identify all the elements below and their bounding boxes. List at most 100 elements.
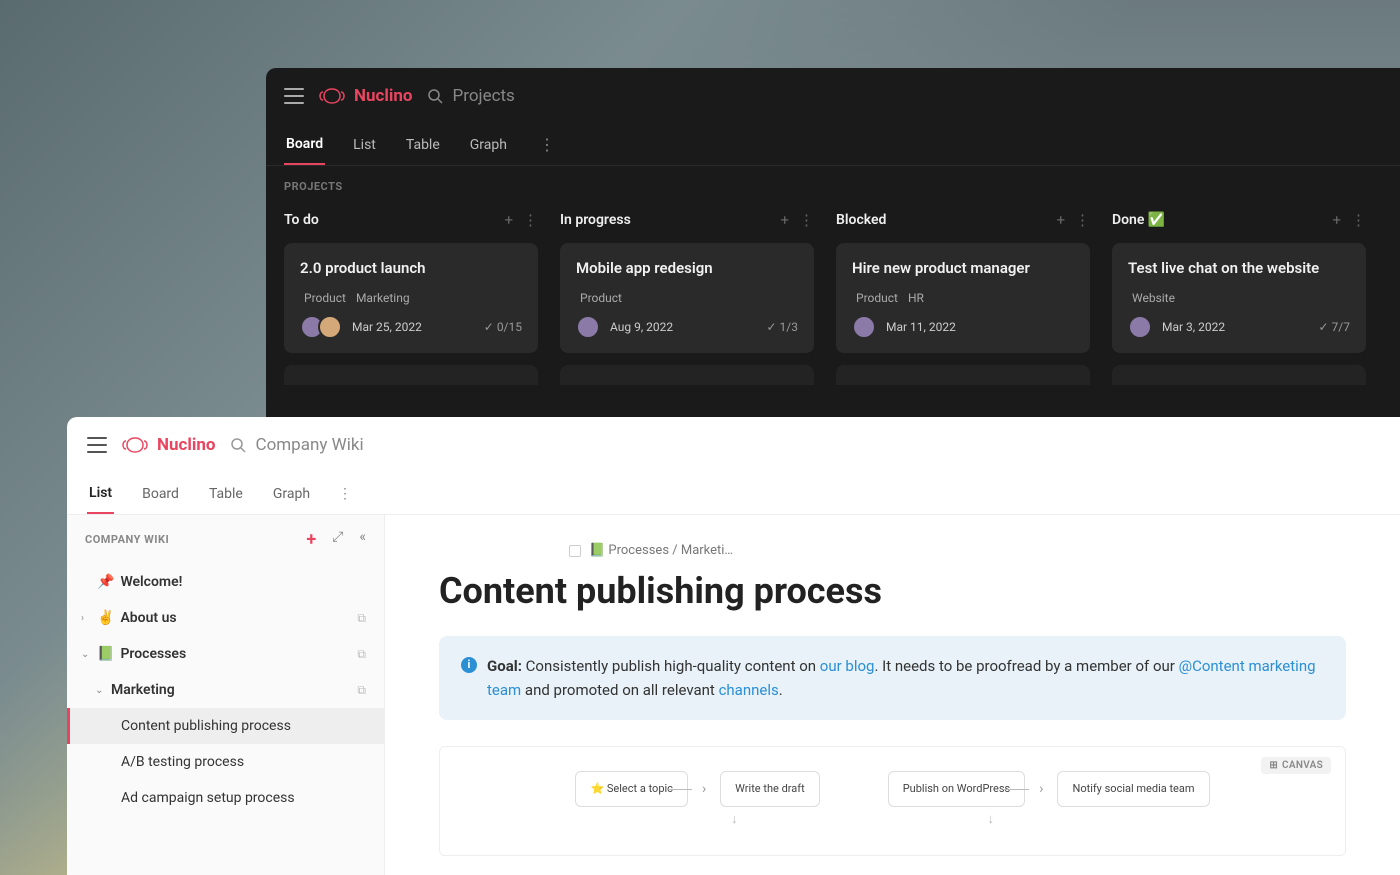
sidebar-title: COMPANY WIKI [85, 533, 169, 546]
add-card-icon[interactable]: + [1332, 211, 1341, 229]
tab-board[interactable]: Board [284, 125, 325, 165]
sidebar-item-marketing[interactable]: ⌄Marketing ⧉ [67, 672, 384, 708]
tab-list[interactable]: List [87, 474, 114, 514]
flow-node[interactable]: Write the draft [720, 771, 820, 807]
tab-table[interactable]: Table [207, 475, 245, 513]
sidebar-tree: 📌 Welcome! ›✌️ About us ⧉ ⌄📗 Processes ⧉… [67, 560, 384, 820]
search-icon [427, 88, 443, 104]
arrow-down-icon: ↓ [731, 811, 738, 827]
sidebar-item-content-publishing[interactable]: Content publishing process [67, 708, 384, 744]
avatar[interactable] [576, 315, 600, 339]
body: COMPANY WIKI + ⤢ « 📌 Welcome! ›✌️ About … [67, 515, 1400, 875]
sidebar-item-ab-testing[interactable]: A/B testing process [67, 744, 384, 780]
sidebar-item-about[interactable]: ›✌️ About us ⧉ [67, 600, 384, 636]
view-tabs: Board List Table Graph ⋮ [266, 124, 1400, 166]
assignees [1128, 315, 1152, 339]
search-placeholder: Projects [453, 86, 515, 106]
link-our-blog[interactable]: our blog [820, 657, 875, 675]
arrow-down-icon: ↓ [988, 811, 995, 827]
sidebar-actions: + ⤢ « [306, 529, 366, 550]
board-card[interactable]: Hire new product manager ProductHR Mar 1… [836, 243, 1090, 353]
collapse-icon[interactable]: « [359, 529, 366, 550]
expand-icon[interactable]: ⤢ [332, 529, 343, 550]
breadcrumb[interactable]: 📗 Processes / Marketi… [569, 543, 1346, 558]
card-title: 2.0 product launch [300, 259, 522, 277]
tab-board[interactable]: Board [140, 475, 181, 513]
sidebar-item-welcome[interactable]: 📌 Welcome! [67, 564, 384, 600]
tab-graph[interactable]: Graph [468, 126, 509, 164]
board-card[interactable]: 2.0 product launch ProductMarketing Mar … [284, 243, 538, 353]
column-header: Blocked + ⋮ [836, 201, 1090, 243]
avatar[interactable] [1128, 315, 1152, 339]
view-tabs: List Board Table Graph ⋮ [67, 473, 1400, 515]
column-menu-icon[interactable]: ⋮ [1075, 211, 1090, 229]
arrow-icon: › [702, 781, 706, 797]
more-icon[interactable]: ⋮ [539, 135, 555, 154]
add-card-icon[interactable]: + [1056, 211, 1065, 229]
board-column: Blocked + ⋮ Hire new product manager Pro… [836, 201, 1090, 385]
column-title: In progress [560, 212, 631, 228]
column-title: Blocked [836, 212, 886, 228]
brand-logo[interactable]: Nuclino [318, 86, 413, 106]
copy-icon[interactable]: ⧉ [357, 611, 366, 626]
page-content: 📗 Processes / Marketi… Content publishin… [385, 515, 1400, 875]
sidebar-header: COMPANY WIKI + ⤢ « [67, 515, 384, 560]
projects-window: Nuclino Projects Board List Table Graph … [266, 68, 1400, 417]
search-placeholder: Company Wiki [256, 435, 364, 455]
board-column: In progress + ⋮ Mobile app redesign Prod… [560, 201, 814, 385]
assignees [300, 315, 342, 339]
sidebar-item-processes[interactable]: ⌄📗 Processes ⧉ [67, 636, 384, 672]
search-input[interactable]: Company Wiki [230, 435, 364, 455]
canvas-embed[interactable]: ⊞ CANVAS ⭐ Select a topic › Write the dr… [439, 746, 1346, 856]
menu-icon[interactable] [87, 437, 107, 453]
add-card-icon[interactable]: + [504, 211, 513, 229]
card-tags: ProductHR [852, 291, 1074, 305]
copy-icon[interactable]: ⧉ [357, 647, 366, 662]
brand-text: Nuclino [354, 86, 413, 106]
board-card[interactable]: Mobile app redesign Product Aug 9, 2022 … [560, 243, 814, 353]
board-card[interactable] [836, 365, 1090, 385]
brain-icon [121, 435, 149, 455]
copy-icon[interactable]: ⧉ [357, 683, 366, 698]
add-card-icon[interactable]: + [780, 211, 789, 229]
progress: ✓ 1/3 [767, 320, 798, 334]
sidebar: COMPANY WIKI + ⤢ « 📌 Welcome! ›✌️ About … [67, 515, 385, 875]
add-icon[interactable]: + [306, 529, 316, 550]
board-card[interactable]: Test live chat on the website Website Ma… [1112, 243, 1366, 353]
callout-text: Goal: Consistently publish high-quality … [487, 654, 1324, 702]
column-title: To do [284, 212, 319, 228]
brand-logo[interactable]: Nuclino [121, 435, 216, 455]
board-card[interactable] [1112, 365, 1366, 385]
page-title: Content publishing process [439, 570, 1346, 612]
avatar[interactable] [318, 315, 342, 339]
card-tags: Product [576, 291, 798, 305]
column-menu-icon[interactable]: ⋮ [523, 211, 538, 229]
breadcrumb-text: 📗 Processes / Marketi… [589, 543, 733, 558]
assignees [576, 315, 600, 339]
board-card[interactable] [560, 365, 814, 385]
more-icon[interactable]: ⋮ [338, 486, 352, 502]
avatar[interactable] [852, 315, 876, 339]
tab-table[interactable]: Table [404, 126, 442, 164]
column-menu-icon[interactable]: ⋮ [799, 211, 814, 229]
column-header: In progress + ⋮ [560, 201, 814, 243]
tab-graph[interactable]: Graph [271, 475, 312, 513]
board-column: To do + ⋮ 2.0 product launch ProductMark… [284, 201, 538, 385]
board-card[interactable] [284, 365, 538, 385]
column-title: Done ✅ [1112, 212, 1165, 228]
arrow-icon: › [1039, 781, 1043, 797]
section-label: PROJECTS [266, 166, 1400, 201]
flow-node[interactable]: Notify social media team [1057, 771, 1209, 807]
info-icon: i [461, 657, 477, 673]
card-tags: ProductMarketing [300, 291, 522, 305]
link-channels[interactable]: channels [719, 681, 779, 699]
menu-icon[interactable] [284, 88, 304, 104]
brand-text: Nuclino [157, 435, 216, 455]
progress: ✓ 7/7 [1319, 320, 1350, 334]
sidebar-item-ad-campaign[interactable]: Ad campaign setup process [67, 780, 384, 816]
checkbox-icon[interactable] [569, 545, 581, 557]
tab-list[interactable]: List [351, 126, 378, 164]
column-menu-icon[interactable]: ⋮ [1351, 211, 1366, 229]
search-input[interactable]: Projects [427, 86, 515, 106]
card-tags: Website [1128, 291, 1350, 305]
